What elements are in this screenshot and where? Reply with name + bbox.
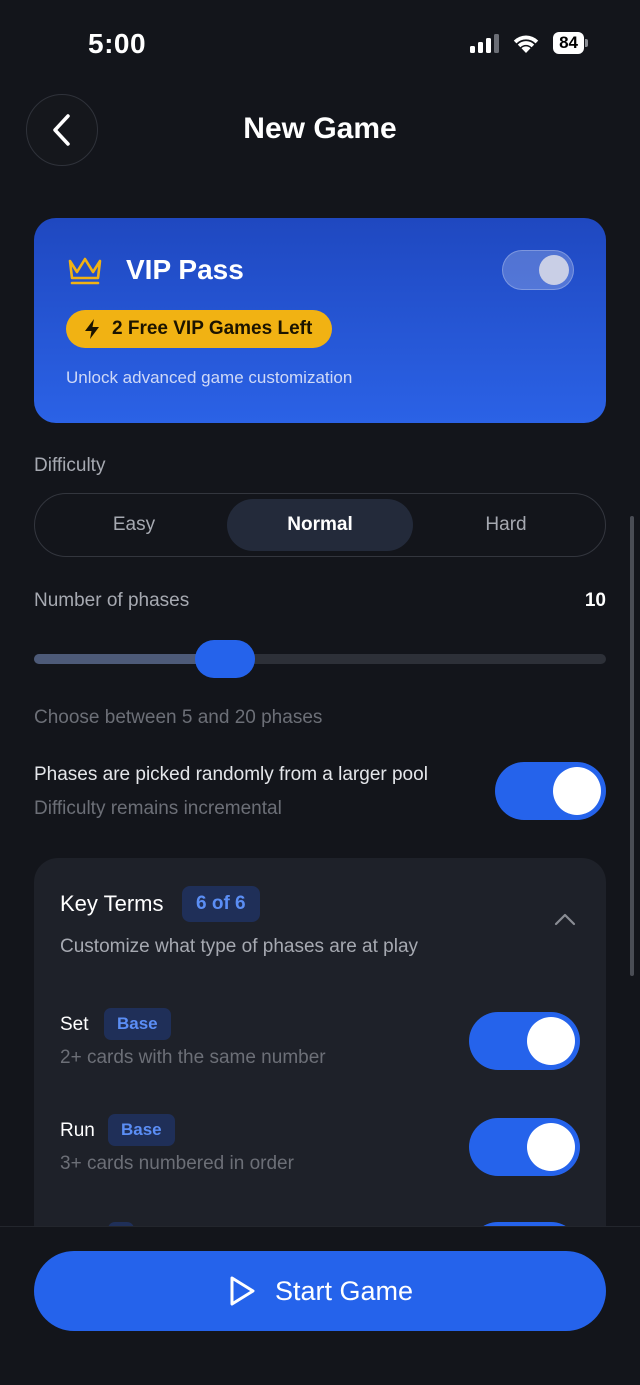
term-row-set: Set Base 2+ cards with the same number bbox=[34, 1008, 606, 1104]
chevron-up-icon[interactable] bbox=[554, 912, 576, 926]
phases-label: Number of phases bbox=[34, 590, 190, 611]
term-name: Set bbox=[60, 1014, 89, 1035]
play-icon bbox=[230, 1276, 255, 1306]
wifi-icon bbox=[513, 35, 539, 53]
difficulty-option-normal[interactable]: Normal bbox=[227, 499, 413, 551]
vip-card: VIP Pass 2 Free VIP Games Left Unlock ad… bbox=[34, 218, 606, 423]
signal-icon bbox=[470, 33, 500, 53]
key-terms-title: Key Terms bbox=[60, 891, 164, 916]
term-badge: Base bbox=[108, 1114, 175, 1146]
page-title: New Game bbox=[243, 112, 397, 145]
difficulty-label: Difficulty bbox=[34, 455, 106, 476]
random-pool-title: Phases are picked randomly from a larger… bbox=[34, 764, 428, 785]
crown-icon bbox=[68, 257, 102, 285]
bottom-bar: Start Game bbox=[0, 1226, 640, 1385]
phases-value: 10 bbox=[584, 590, 606, 611]
battery-icon: 84 bbox=[553, 32, 588, 54]
vip-badge: 2 Free VIP Games Left bbox=[66, 310, 333, 348]
key-terms-subtitle: Customize what type of phases are at pla… bbox=[60, 936, 419, 957]
term-row-run: Run Base 3+ cards numbered in order bbox=[34, 1114, 606, 1210]
term-toggle-set[interactable] bbox=[469, 1012, 580, 1070]
random-pool-subtitle: Difficulty remains incremental bbox=[34, 798, 282, 819]
battery-level: 84 bbox=[553, 32, 584, 54]
vip-title: VIP Pass bbox=[126, 254, 244, 285]
term-description: 3+ cards numbered in order bbox=[60, 1153, 294, 1174]
status-time: 5:00 bbox=[88, 28, 147, 59]
term-toggle-run[interactable] bbox=[469, 1118, 580, 1176]
key-terms-count-badge: 6 of 6 bbox=[182, 886, 260, 922]
scrollbar[interactable] bbox=[630, 516, 634, 976]
phases-slider[interactable] bbox=[34, 640, 606, 678]
status-icons: 84 bbox=[470, 32, 588, 54]
start-game-button[interactable]: Start Game bbox=[34, 1251, 606, 1331]
vip-badge-label: 2 Free VIP Games Left bbox=[112, 318, 313, 339]
phases-hint: Choose between 5 and 20 phases bbox=[34, 707, 323, 728]
term-name: Run bbox=[60, 1120, 95, 1141]
slider-thumb[interactable] bbox=[195, 640, 255, 678]
status-bar: 5:00 84 bbox=[0, 0, 640, 90]
term-description: 2+ cards with the same number bbox=[60, 1047, 326, 1068]
difficulty-selector: Easy Normal Hard bbox=[34, 493, 606, 557]
vip-subtitle: Unlock advanced game customization bbox=[66, 368, 353, 387]
start-game-label: Start Game bbox=[274, 1275, 414, 1306]
vip-toggle[interactable] bbox=[502, 250, 574, 290]
term-badge: Base bbox=[104, 1008, 171, 1040]
lightning-icon bbox=[85, 319, 99, 339]
difficulty-option-hard[interactable]: Hard bbox=[413, 499, 599, 551]
random-pool-toggle[interactable] bbox=[495, 762, 606, 820]
difficulty-option-easy[interactable]: Easy bbox=[41, 499, 227, 551]
